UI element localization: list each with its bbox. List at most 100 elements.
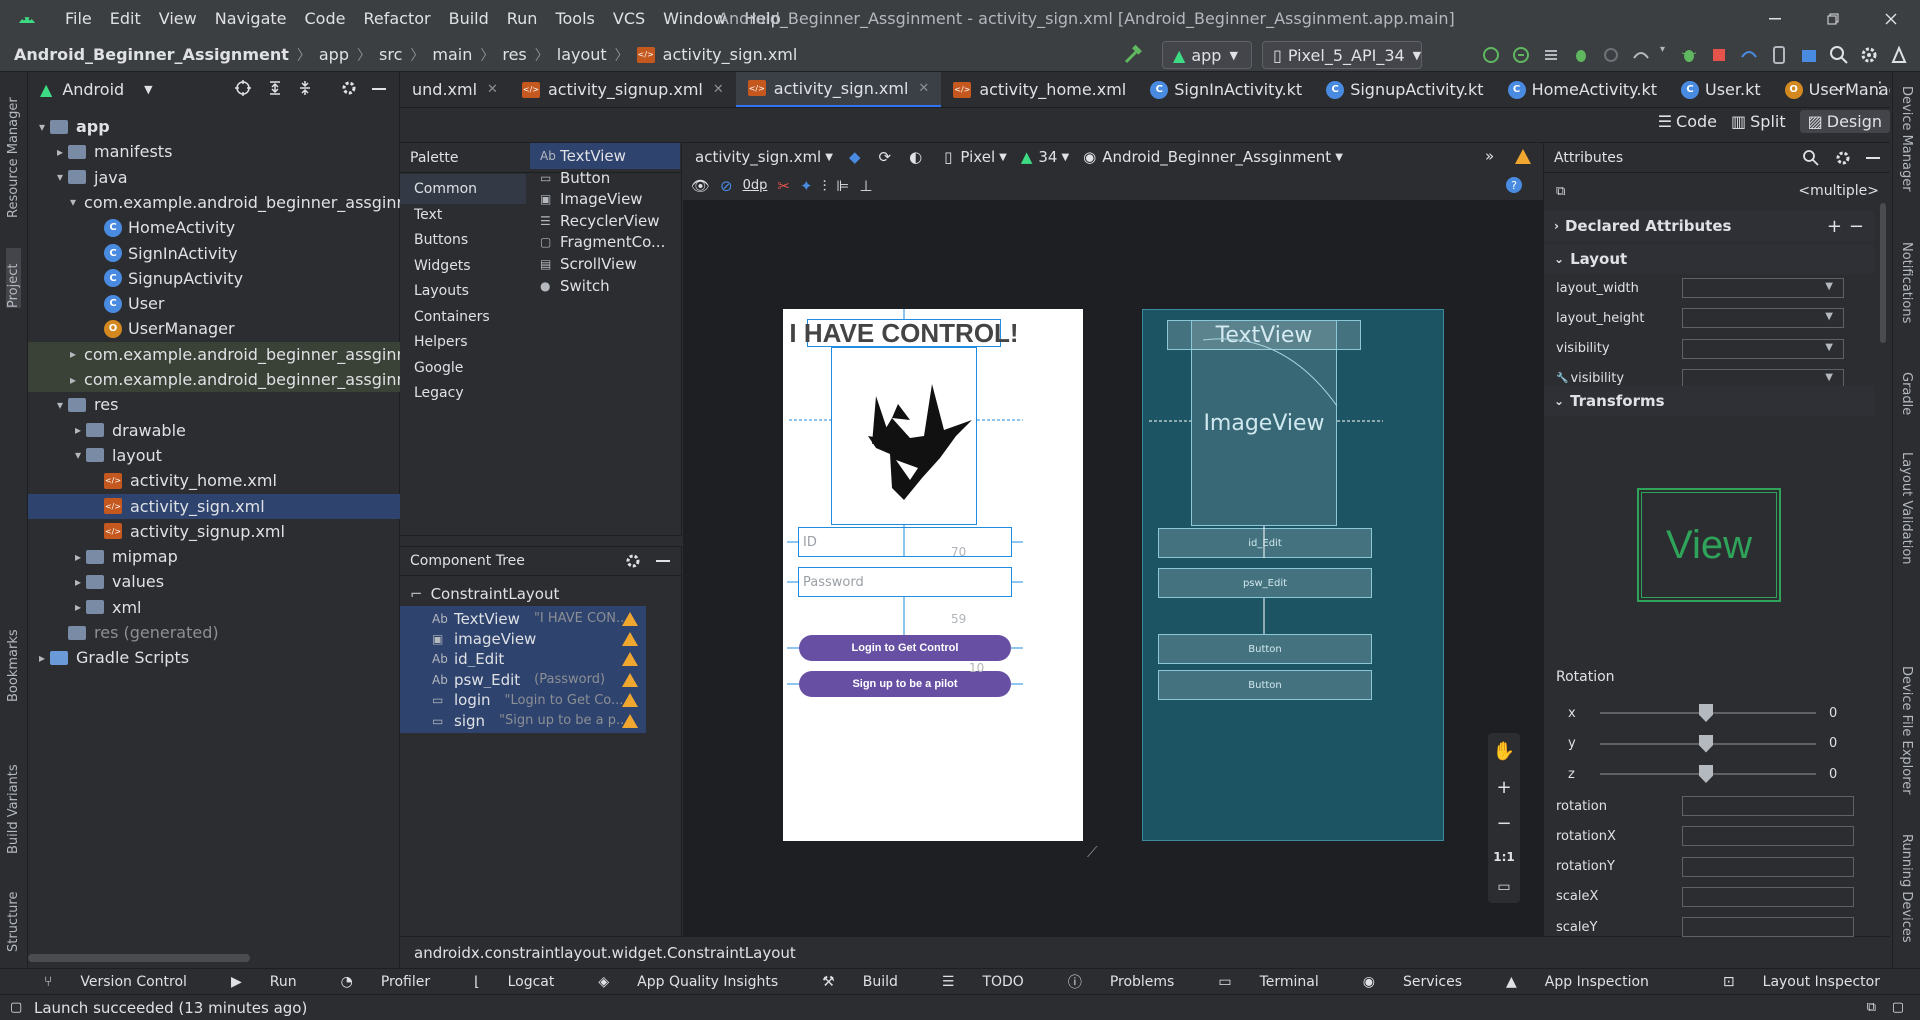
hammer-build-icon[interactable] — [1122, 44, 1144, 66]
more-options-icon[interactable]: ⋮ — [1872, 78, 1888, 97]
run-dropdown-icon[interactable]: ▾ — [1660, 44, 1670, 66]
structure-tab[interactable]: Structure — [6, 872, 21, 952]
layout-validation-tab[interactable]: Layout Validation — [1899, 452, 1914, 582]
attribute-value-input[interactable] — [1682, 856, 1854, 877]
warning-icon[interactable] — [622, 672, 638, 687]
attribute-value-input[interactable] — [1682, 796, 1854, 816]
minimize-button[interactable] — [1746, 0, 1804, 38]
tree-item[interactable]: ▸ Gradle Scripts — [28, 645, 400, 670]
attach-debugger-icon[interactable] — [1630, 44, 1652, 66]
close-tab-icon[interactable]: ✕ — [918, 81, 929, 96]
night-mode-icon[interactable]: ◐ — [909, 148, 922, 166]
design-preview[interactable]: I HAVE CONTROL! ID Password Login to Get… — [783, 309, 1083, 841]
chevron-right-icon[interactable]: ▸ — [70, 423, 86, 437]
device-mirror-icon[interactable] — [1738, 44, 1760, 66]
vertical-scrollbar[interactable] — [1880, 203, 1886, 343]
sdk-manager-icon[interactable] — [1798, 44, 1820, 66]
device-file-explorer-tab[interactable]: Device File Explorer — [1899, 666, 1914, 806]
resource-manager-tab[interactable]: Resource Manager — [6, 88, 21, 218]
slider-knob[interactable] — [1699, 765, 1713, 783]
chevron-down-icon[interactable]: ▼ — [144, 83, 152, 96]
breadcrumb-main[interactable]: main — [432, 45, 472, 64]
bug-icon[interactable] — [1678, 44, 1700, 66]
chevron-down-icon[interactable]: ▾ — [34, 120, 50, 134]
chevron-down-icon[interactable]: ▾ — [52, 398, 68, 412]
gear-icon[interactable] — [340, 79, 358, 97]
tree-item[interactable]: C SignupActivity — [28, 266, 400, 291]
zoom-to-fit-icon[interactable]: ▭ — [1497, 879, 1510, 895]
tree-item[interactable]: </> activity_sign.xml — [28, 493, 400, 519]
editor-tab[interactable]: C SignInActivity.kt — [1138, 72, 1314, 107]
project-tab[interactable]: Project — [6, 248, 21, 308]
attribute-value-select[interactable]: ▼ — [1682, 338, 1844, 359]
device-select[interactable]: ▯ Pixel_5_API_34 ▼ — [1262, 41, 1422, 69]
running-devices-tab[interactable]: Running Devices — [1899, 834, 1914, 954]
tree-item[interactable]: </> activity_signup.xml — [28, 519, 400, 544]
device-manager-icon[interactable] — [1768, 44, 1790, 66]
chevron-right-icon[interactable]: ▸ — [70, 347, 76, 361]
tree-item[interactable]: </> activity_home.xml — [28, 468, 400, 493]
warning-icon[interactable] — [1515, 149, 1531, 164]
layers-icon[interactable]: ◆ — [849, 148, 861, 166]
run-config-select[interactable]: ▲ app ▼ — [1162, 41, 1252, 69]
menu-view[interactable]: View — [150, 0, 206, 38]
editor-tab[interactable]: </> activity_sign.xml ✕ — [735, 72, 942, 107]
layout-inspector-tool[interactable]: ⊡ Layout Inspector — [1701, 974, 1880, 990]
chevron-down-icon[interactable]: ▾ — [70, 448, 86, 462]
layout-icon[interactable]: ⧉ — [1867, 1000, 1876, 1015]
breadcrumb-res[interactable]: res — [502, 45, 526, 64]
chevron-right-icon[interactable]: ▸ — [52, 145, 68, 159]
rotation-slider[interactable] — [1600, 704, 1816, 722]
tree-item[interactable]: res (generated) — [28, 620, 400, 645]
zoom-fit-button[interactable]: 1:1 — [1493, 850, 1515, 864]
zoom-in-icon[interactable]: + — [1496, 777, 1511, 798]
tree-item[interactable]: ▸ mipmap — [28, 544, 400, 569]
bookmarks-tab[interactable]: Bookmarks — [6, 622, 21, 702]
tree-item[interactable]: ▾ res — [28, 392, 400, 417]
menu-refactor[interactable]: Refactor — [354, 0, 439, 38]
guidelines-icon[interactable]: ⊥ — [859, 177, 872, 195]
slider-knob[interactable] — [1699, 704, 1713, 722]
tree-item[interactable]: C User — [28, 291, 400, 316]
logcat-tool[interactable]: ⌊ Logcat — [452, 974, 554, 990]
breadcrumb-project[interactable]: Android_Beginner_Assignment — [14, 45, 289, 64]
device-manager-tab[interactable]: Device Manager — [1899, 86, 1914, 206]
warning-icon[interactable] — [622, 611, 638, 626]
gear-icon[interactable] — [624, 552, 642, 570]
menu-build[interactable]: Build — [440, 0, 498, 38]
terminal-tool[interactable]: ▭ Terminal — [1196, 974, 1318, 990]
menu-vcs[interactable]: VCS — [604, 0, 654, 38]
palette-category[interactable]: Legacy — [400, 378, 526, 408]
pack-icon[interactable]: ⫶ — [823, 177, 827, 195]
chevron-right-icon[interactable]: ▸ — [70, 575, 86, 589]
api-select[interactable]: 34 — [1038, 148, 1057, 166]
apply-code-changes-icon[interactable] — [1510, 44, 1532, 66]
sync-icon[interactable] — [1540, 44, 1562, 66]
file-select[interactable]: activity_sign.xml — [695, 148, 821, 166]
menu-run[interactable]: Run — [498, 0, 547, 38]
align-icon[interactable]: ⊫ — [836, 177, 849, 195]
chevron-right-icon[interactable]: ▸ — [70, 550, 86, 564]
declared-attributes-section[interactable]: › Declared Attributes + − — [1544, 211, 1874, 241]
warning-icon[interactable] — [622, 693, 638, 708]
tree-item[interactable]: ▸ com.example.android_beginner_assginm — [28, 367, 400, 392]
editor-tab[interactable]: C SignupActivity.kt — [1314, 72, 1495, 107]
menu-code[interactable]: Code — [296, 0, 355, 38]
pan-hand-icon[interactable]: ✋ — [1493, 741, 1515, 762]
profiler-tool[interactable]: ◔ Profiler — [319, 974, 431, 990]
chevron-right-icon[interactable]: ▸ — [34, 651, 50, 665]
project-view-select[interactable]: Android — [62, 80, 124, 99]
todo-tool[interactable]: ☰ TODO — [920, 974, 1024, 990]
horizontal-scrollbar[interactable] — [28, 954, 250, 962]
status-toggle-icon[interactable]: ▢ — [10, 1000, 22, 1015]
chevron-down-icon[interactable]: ▾ — [70, 195, 76, 209]
menu-edit[interactable]: Edit — [101, 0, 150, 38]
rotation-slider[interactable] — [1600, 765, 1816, 783]
tree-item[interactable]: ▸ drawable — [28, 418, 400, 443]
tree-item[interactable]: ▸ com.example.android_beginner_assginm — [28, 341, 400, 367]
app-quality-insights-tool[interactable]: ◈ App Quality Insights — [576, 974, 778, 990]
apply-changes-icon[interactable] — [1480, 44, 1502, 66]
attribute-value-input[interactable] — [1682, 917, 1854, 938]
gradle-tab[interactable]: Gradle — [1899, 372, 1914, 432]
attribute-value-input[interactable] — [1682, 826, 1854, 847]
